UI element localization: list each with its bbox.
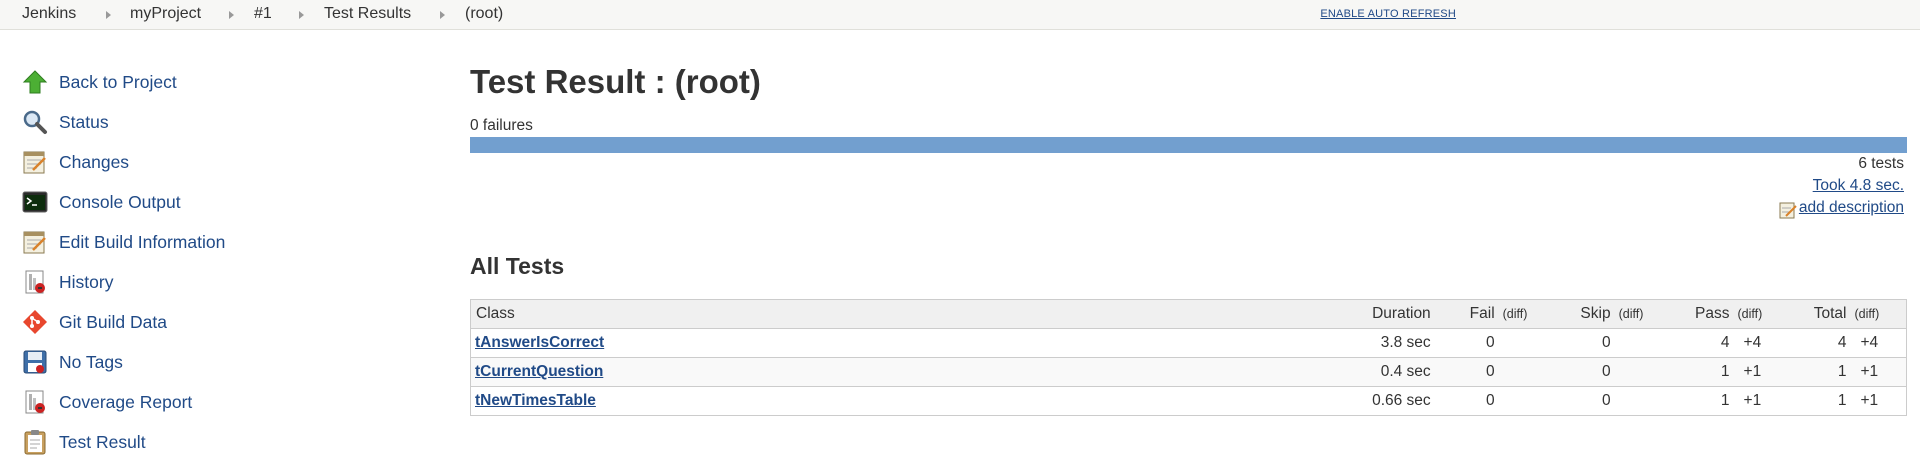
table-row: tCurrentQuestion 0.4 sec 0 0 1 +1 1 +1 (470, 357, 1907, 387)
column-header-duration[interactable]: Duration (1338, 299, 1435, 329)
floppy-disk-icon (23, 350, 47, 374)
sidebar-item-git-build-data[interactable]: Git Build Data (22, 305, 382, 339)
all-tests-heading: All Tests (470, 253, 565, 279)
column-header-class[interactable]: Class (470, 299, 1339, 329)
breadcrumb-root[interactable]: (root) (465, 5, 503, 23)
clipboard-chart-icon (25, 390, 45, 414)
table-row: tNewTimesTable 0.66 sec 0 0 1 +1 1 +1 (470, 386, 1907, 416)
breadcrumb-separator-icon[interactable] (299, 11, 304, 19)
sidebar-item-back-to-project[interactable]: Back to Project (22, 65, 382, 99)
failures-count: 0 failures (470, 117, 533, 134)
column-header-fail-diff[interactable]: (diff) (1498, 299, 1553, 329)
sidebar-item-label: Git Build Data (59, 312, 167, 332)
sidebar-item-history[interactable]: History (22, 265, 382, 299)
breadcrumb-separator-icon[interactable] (440, 11, 445, 19)
test-class-link[interactable]: tNewTimesTable (475, 392, 596, 409)
fail-cell: 0 (1434, 386, 1499, 416)
column-header-skip-diff[interactable]: (diff) (1614, 299, 1673, 329)
pass-diff-cell: +1 (1733, 357, 1781, 387)
skip-diff-cell (1614, 386, 1673, 416)
sidebar-item-edit-build-information[interactable]: Edit Build Information (22, 225, 382, 259)
column-header-skip[interactable]: Skip (1552, 299, 1615, 329)
sidebar-item-label: Back to Project (59, 72, 177, 92)
up-arrow-icon (22, 70, 48, 94)
duration-cell: 3.8 sec (1338, 328, 1435, 358)
skip-cell: 0 (1552, 357, 1615, 387)
sidebar-item-label: Edit Build Information (59, 232, 226, 252)
sidebar: Back to Project Status Changes Console O… (0, 30, 400, 455)
column-header-total[interactable]: Total (1780, 299, 1851, 329)
sidebar-item-label: History (59, 272, 114, 292)
sidebar-item-coverage-report[interactable]: Coverage Report (22, 385, 382, 419)
column-header-pass-diff[interactable]: (diff) (1733, 299, 1781, 329)
skip-diff-cell (1614, 357, 1673, 387)
sidebar-item-label: No Tags (59, 352, 123, 372)
page-title: Test Result : (root) (470, 63, 761, 100)
test-result-bar-pass-fill (470, 137, 1907, 153)
column-header-fail[interactable]: Fail (1434, 299, 1499, 329)
fail-diff-cell (1498, 357, 1553, 387)
duration-cell: 0.66 sec (1338, 386, 1435, 416)
edit-note-icon (1779, 202, 1797, 219)
add-description-label: add description (1798, 199, 1904, 216)
pass-cell: 4 (1672, 328, 1734, 358)
skip-cell: 0 (1552, 328, 1615, 358)
sidebar-item-changes[interactable]: Changes (22, 145, 382, 179)
fail-diff-cell (1498, 328, 1553, 358)
pass-cell: 1 (1672, 386, 1734, 416)
notepad-icon (23, 231, 46, 254)
sidebar-item-status[interactable]: Status (22, 105, 382, 139)
fail-cell: 0 (1434, 328, 1499, 358)
breadcrumb-build[interactable]: #1 (254, 5, 272, 23)
magnifier-icon (23, 110, 47, 134)
terminal-icon (22, 191, 48, 213)
breadcrumb: Jenkins myProject #1 Test Results (root)… (0, 0, 1920, 30)
column-header-pass[interactable]: Pass (1672, 299, 1734, 329)
fail-cell: 0 (1434, 357, 1499, 387)
clipboard-icon (24, 430, 46, 455)
tests-count: 6 tests (1858, 155, 1904, 172)
total-diff-cell: +1 (1850, 357, 1907, 387)
skip-diff-cell (1614, 328, 1673, 358)
total-diff-cell: +4 (1850, 328, 1907, 358)
sidebar-item-label: Changes (59, 152, 130, 172)
sidebar-item-label: Coverage Report (59, 392, 193, 412)
total-cell: 1 (1780, 357, 1851, 387)
total-diff-cell: +1 (1850, 386, 1907, 416)
git-icon (23, 310, 47, 334)
breadcrumb-project[interactable]: myProject (130, 5, 201, 23)
clipboard-chart-icon (25, 270, 45, 294)
enable-auto-refresh-link[interactable]: ENABLE AUTO REFRESH (1320, 8, 1456, 20)
total-cell: 4 (1780, 328, 1851, 358)
sidebar-item-console-output[interactable]: Console Output (22, 185, 382, 219)
fail-diff-cell (1498, 386, 1553, 416)
pass-cell: 1 (1672, 357, 1734, 387)
test-class-link[interactable]: tCurrentQuestion (475, 363, 603, 380)
total-cell: 1 (1780, 386, 1851, 416)
test-results-table: Class Duration Fail (diff) Skip (diff) P… (470, 299, 1907, 416)
breadcrumb-separator-icon[interactable] (229, 11, 234, 19)
pass-diff-cell: +1 (1733, 386, 1781, 416)
table-row: tAnswerIsCorrect 3.8 sec 0 0 4 +4 4 +4 (470, 328, 1907, 358)
sidebar-item-no-tags[interactable]: No Tags (22, 345, 382, 379)
breadcrumb-jenkins[interactable]: Jenkins (22, 5, 76, 23)
duration-cell: 0.4 sec (1338, 357, 1435, 387)
test-class-link[interactable]: tAnswerIsCorrect (475, 334, 604, 351)
sidebar-item-test-result[interactable]: Test Result (22, 425, 382, 459)
sidebar-item-label: Console Output (59, 192, 181, 212)
pass-diff-cell: +4 (1733, 328, 1781, 358)
add-description-link[interactable]: add description (1779, 199, 1904, 219)
test-result-bar (470, 137, 1907, 153)
notepad-icon (23, 151, 46, 174)
sidebar-item-label: Status (59, 112, 109, 132)
breadcrumb-separator-icon[interactable] (106, 11, 111, 19)
skip-cell: 0 (1552, 386, 1615, 416)
column-header-total-diff[interactable]: (diff) (1850, 299, 1907, 329)
duration-link[interactable]: Took 4.8 sec. (1813, 177, 1904, 195)
sidebar-item-label: Test Result (59, 432, 146, 452)
breadcrumb-test-results[interactable]: Test Results (324, 5, 411, 23)
table-header-row: Class Duration Fail (diff) Skip (diff) P… (470, 299, 1907, 329)
